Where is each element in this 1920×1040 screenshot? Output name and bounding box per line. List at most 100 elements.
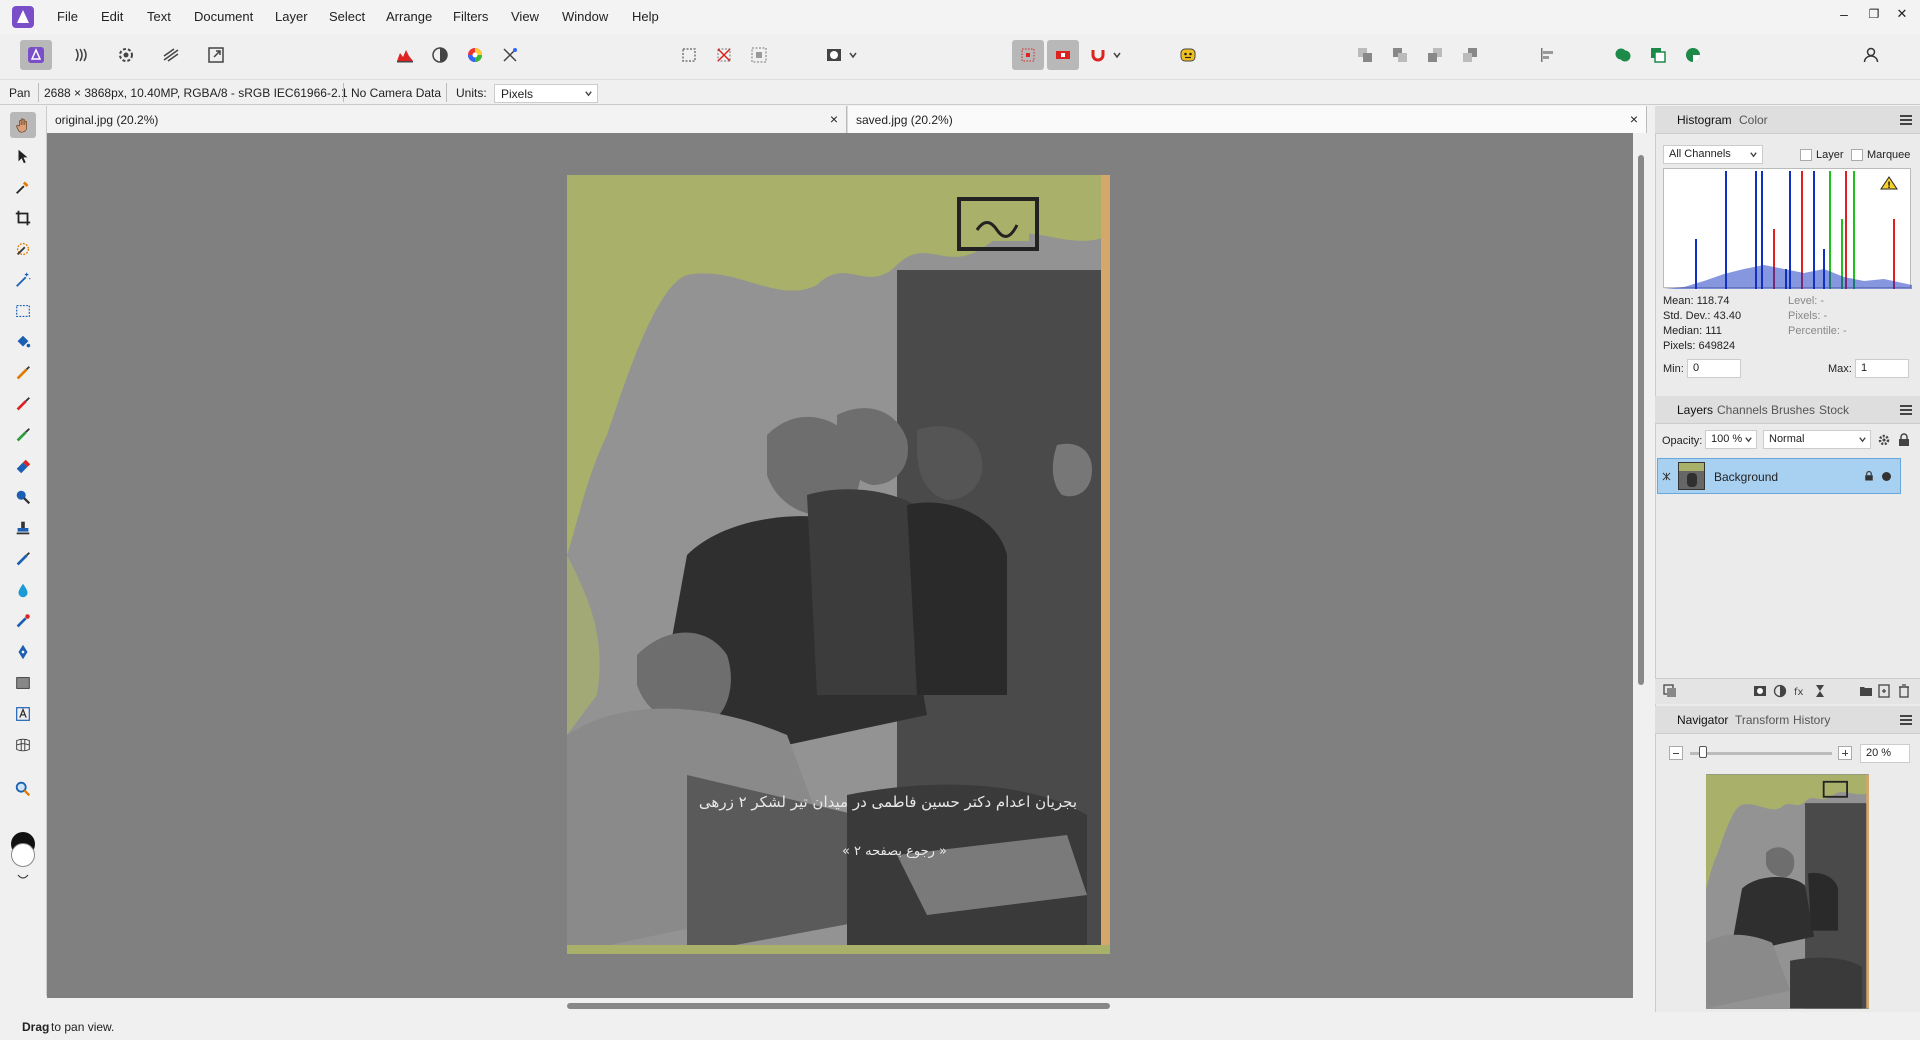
close-tab-icon[interactable]: × — [1630, 111, 1638, 127]
intersect-boolean-button[interactable] — [1677, 40, 1709, 70]
arrange-back-button[interactable] — [1349, 40, 1381, 70]
menu-help[interactable]: Help — [632, 9, 659, 24]
subtract-boolean-button[interactable] — [1642, 40, 1674, 70]
live-filter-icon[interactable]: fx — [1792, 683, 1808, 699]
layer-lock-icon[interactable] — [1863, 470, 1875, 482]
tab-brushes[interactable]: Brushes — [1771, 403, 1815, 417]
menu-text[interactable]: Text — [147, 9, 171, 24]
zoom-tool[interactable] — [10, 776, 36, 802]
tab-transform[interactable]: Transform — [1735, 713, 1789, 727]
new-layer-icon[interactable] — [1876, 683, 1892, 699]
selection-brush-tool[interactable] — [10, 236, 36, 262]
menu-window[interactable]: Window — [562, 9, 608, 24]
marquee-tool[interactable] — [10, 298, 36, 324]
zoom-out-button[interactable] — [1669, 746, 1683, 760]
menu-file[interactable]: File — [57, 9, 78, 24]
maximize-button[interactable]: ❐ — [1862, 7, 1886, 21]
navigator-preview[interactable] — [1706, 774, 1869, 1009]
rectangle-tool[interactable] — [10, 670, 36, 696]
layer-settings-gear-icon[interactable] — [1876, 432, 1892, 448]
photo-persona-button[interactable] — [20, 40, 52, 70]
max-input[interactable]: 1 — [1855, 359, 1909, 378]
move-tool[interactable] — [10, 143, 36, 169]
mesh-warp-tool[interactable] — [10, 732, 36, 758]
tab-original[interactable]: original.jpg (20.2%) × — [47, 106, 847, 133]
brush-tool[interactable] — [10, 391, 36, 417]
assistant-button[interactable] — [1172, 40, 1204, 70]
menu-select[interactable]: Select — [329, 9, 365, 24]
tab-histogram[interactable]: Histogram — [1677, 113, 1732, 127]
menu-edit[interactable]: Edit — [101, 9, 123, 24]
paint-brush-tool[interactable] — [10, 360, 36, 386]
expand-layer-icon[interactable] — [1662, 472, 1671, 481]
close-tab-icon[interactable]: × — [830, 111, 838, 127]
secondary-color-swatch[interactable] — [11, 843, 35, 867]
clone-brush-tool[interactable] — [10, 515, 36, 541]
menu-filters[interactable]: Filters — [453, 9, 488, 24]
zoom-slider-handle[interactable] — [1699, 746, 1707, 758]
crop-tool[interactable] — [10, 205, 36, 231]
dodge-tool[interactable] — [10, 484, 36, 510]
levels-adjustment-button[interactable] — [389, 40, 421, 70]
blend-mode-select[interactable]: Normal — [1763, 430, 1871, 449]
artistic-text-tool[interactable] — [10, 701, 36, 727]
flood-fill-tool[interactable] — [10, 329, 36, 355]
tab-navigator[interactable]: Navigator — [1677, 713, 1728, 727]
alignment-button[interactable] — [1531, 40, 1563, 70]
add-mask-icon[interactable] — [1752, 683, 1768, 699]
pen-tool[interactable] — [10, 639, 36, 665]
swap-colors-icon[interactable] — [16, 870, 30, 879]
layer-stack-icon[interactable] — [1662, 683, 1678, 699]
layer-row-background[interactable]: Background — [1657, 458, 1901, 494]
pan-tool[interactable] — [10, 112, 36, 138]
auto-colors-button[interactable] — [459, 40, 491, 70]
flood-select-tool[interactable] — [10, 267, 36, 293]
horizontal-scroll-thumb[interactable] — [567, 1003, 1110, 1009]
deselect-button[interactable] — [708, 40, 740, 70]
snapping-dropdown[interactable] — [1109, 40, 1125, 70]
tab-channels[interactable]: Channels — [1717, 403, 1768, 417]
panel-menu-icon[interactable] — [1900, 715, 1912, 725]
quick-mask-dropdown[interactable] — [845, 40, 861, 70]
tab-layers[interactable]: Layers — [1677, 403, 1713, 417]
healing-brush-tool[interactable] — [10, 546, 36, 572]
menu-arrange[interactable]: Arrange — [386, 9, 432, 24]
zoom-in-button[interactable] — [1838, 746, 1852, 760]
panel-menu-icon[interactable] — [1900, 115, 1912, 125]
red-eye-tool[interactable] — [10, 608, 36, 634]
opacity-select[interactable]: 100 % — [1705, 430, 1757, 449]
layer-checkbox[interactable] — [1800, 149, 1812, 161]
auto-white-balance-button[interactable] — [494, 40, 526, 70]
layer-visibility-dot[interactable] — [1882, 472, 1891, 481]
move-by-whole-pixels-button[interactable] — [1047, 40, 1079, 70]
panel-menu-icon[interactable] — [1900, 405, 1912, 415]
tone-mapping-persona-button[interactable] — [155, 40, 187, 70]
menu-document[interactable]: Document — [194, 9, 253, 24]
channel-select[interactable]: All Channels — [1663, 145, 1763, 164]
arrange-backward-button[interactable] — [1384, 40, 1416, 70]
erase-tool[interactable] — [10, 453, 36, 479]
select-all-button[interactable] — [673, 40, 705, 70]
develop-persona-button[interactable] — [110, 40, 142, 70]
marquee-checkbox[interactable] — [1851, 149, 1863, 161]
tab-saved[interactable]: saved.jpg (20.2%) × — [848, 106, 1647, 133]
vertical-scroll-thumb[interactable] — [1638, 155, 1644, 685]
invert-selection-button[interactable] — [743, 40, 775, 70]
menu-layer[interactable]: Layer — [275, 9, 308, 24]
lock-icon[interactable] — [1896, 432, 1912, 448]
blur-tool[interactable] — [10, 577, 36, 603]
color-replacement-tool[interactable] — [10, 422, 36, 448]
min-input[interactable]: 0 — [1687, 359, 1741, 378]
add-boolean-button[interactable] — [1607, 40, 1639, 70]
units-select[interactable]: Pixels — [494, 84, 598, 103]
minimize-button[interactable]: – — [1832, 6, 1856, 22]
close-window-button[interactable]: ✕ — [1890, 6, 1914, 22]
document-image[interactable]: بجریان اعدام دکتر حسین فاطمی در میدان تی… — [567, 175, 1110, 954]
menu-view[interactable]: View — [511, 9, 539, 24]
arrange-forward-button[interactable] — [1419, 40, 1451, 70]
new-folder-icon[interactable] — [1858, 683, 1874, 699]
zoom-input[interactable]: 20 % — [1860, 744, 1910, 763]
color-picker-tool[interactable] — [10, 174, 36, 200]
tab-color[interactable]: Color — [1739, 113, 1768, 127]
force-pixel-alignment-button[interactable] — [1012, 40, 1044, 70]
